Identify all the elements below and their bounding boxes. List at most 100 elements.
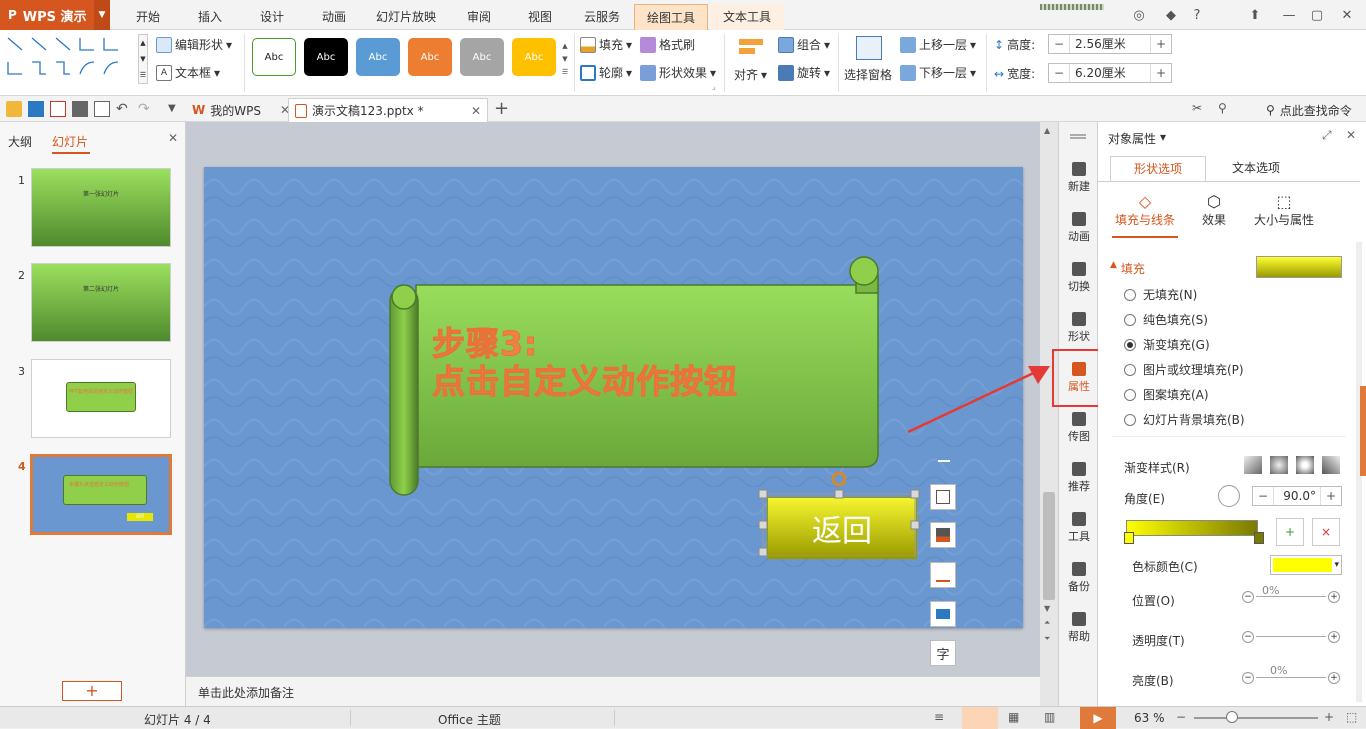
- angle-stepper[interactable]: −90.0° +: [1252, 486, 1342, 506]
- export-pdf-icon[interactable]: [50, 101, 66, 117]
- play-icon[interactable]: ▶: [1080, 707, 1116, 729]
- scroll-thumb[interactable]: [1043, 492, 1055, 600]
- rail-tools[interactable]: 工具: [1059, 512, 1099, 544]
- gradient-style-1[interactable]: [1244, 456, 1262, 474]
- print-icon[interactable]: [72, 101, 88, 117]
- save-icon[interactable]: [28, 101, 44, 117]
- transparency-slider[interactable]: − +: [1242, 631, 1342, 643]
- zoom-in-icon[interactable]: +: [1324, 710, 1334, 724]
- radio-no-fill[interactable]: 无填充(N): [1124, 286, 1197, 303]
- height-stepper[interactable]: −2.56厘米 +: [1048, 34, 1172, 54]
- tab-insert[interactable]: 插入: [186, 4, 234, 30]
- tab-slides[interactable]: 幻灯片: [52, 133, 88, 150]
- bring-forward-button[interactable]: 上移一层 ▾: [900, 36, 976, 53]
- angle-value[interactable]: 90.0°: [1273, 487, 1321, 505]
- gradient-stop-start[interactable]: [1124, 532, 1134, 544]
- print-preview-icon[interactable]: [94, 101, 110, 117]
- plus-icon[interactable]: +: [1321, 487, 1341, 505]
- rail-recommend[interactable]: 推荐: [1059, 462, 1099, 494]
- slide-sorter-icon[interactable]: ▦: [1008, 710, 1019, 724]
- radio-circle[interactable]: [1124, 413, 1136, 426]
- send-backward-button[interactable]: 下移一层 ▾: [900, 64, 976, 81]
- slide-thumbnail-4[interactable]: 步骤3:点击自定义动作按钮 返回: [30, 454, 172, 535]
- subtab-fill-line[interactable]: ◇ 填充与线条: [1112, 192, 1178, 228]
- position-slider[interactable]: − +: [1242, 591, 1342, 603]
- plus-icon[interactable]: +: [1151, 64, 1171, 82]
- minus-icon[interactable]: −: [1242, 672, 1254, 684]
- new-tab-icon[interactable]: +: [494, 100, 510, 118]
- notes-toggle-icon[interactable]: ≡: [934, 710, 944, 724]
- rail-new[interactable]: 新建: [1059, 162, 1099, 194]
- add-stop-button[interactable]: +: [1276, 518, 1304, 546]
- fill-button[interactable]: 填充 ▾: [580, 36, 632, 53]
- chevron-down-icon[interactable]: ▼: [94, 0, 110, 30]
- edit-shape-button[interactable]: 编辑形状 ▾: [156, 36, 232, 53]
- open-folder-icon[interactable]: [6, 101, 22, 117]
- format-painter-button[interactable]: 格式刷: [640, 36, 695, 53]
- remove-stop-button[interactable]: ×: [1312, 518, 1340, 546]
- slide-thumbnail-3[interactable]: PPT如何添加自定义动作按钮: [31, 359, 171, 438]
- tab-design[interactable]: 设计: [248, 4, 296, 30]
- radio-circle-selected[interactable]: [1124, 338, 1136, 351]
- scroll-up-icon[interactable]: ▲: [1044, 126, 1050, 135]
- minus-icon[interactable]: −: [1253, 487, 1273, 505]
- plus-icon[interactable]: +: [1328, 631, 1340, 643]
- gradient-style-2[interactable]: [1270, 456, 1288, 474]
- radio-pattern-fill[interactable]: 图案填充(A): [1124, 386, 1209, 403]
- lines-gallery-icon[interactable]: [4, 34, 134, 82]
- reading-view-icon[interactable]: ▥: [1044, 710, 1055, 724]
- height-value[interactable]: 2.56厘米: [1069, 35, 1151, 53]
- minus-icon[interactable]: −: [1049, 35, 1069, 53]
- shape-style-6[interactable]: Abc: [512, 38, 556, 76]
- close-icon[interactable]: ✕: [471, 104, 481, 118]
- collapse-toolbar-icon[interactable]: [938, 460, 950, 462]
- minus-icon[interactable]: −: [1242, 591, 1254, 603]
- shape-style-2[interactable]: Abc: [304, 38, 348, 76]
- brightness-slider[interactable]: − +: [1242, 672, 1342, 684]
- gradient-style-3[interactable]: [1296, 456, 1314, 474]
- gradient-stop-end[interactable]: [1254, 532, 1264, 544]
- panel-title[interactable]: 对象属性 ▾: [1108, 130, 1166, 147]
- angle-dial[interactable]: [1218, 485, 1240, 507]
- pin-icon[interactable]: ✂: [1192, 101, 1208, 117]
- tab-shape-options[interactable]: 形状选项: [1110, 156, 1206, 182]
- share-icon[interactable]: ⚲: [1218, 101, 1234, 117]
- collapse-panel-handle[interactable]: [1360, 386, 1366, 476]
- group-button[interactable]: 组合 ▾: [778, 36, 830, 53]
- plus-icon[interactable]: +: [1328, 672, 1340, 684]
- radio-circle[interactable]: [1124, 313, 1136, 326]
- gradient-bar[interactable]: [1126, 520, 1258, 536]
- radio-background-fill[interactable]: 幻灯片背景填充(B): [1124, 411, 1245, 428]
- restore-icon[interactable]: ⬆: [1244, 4, 1266, 26]
- tab-document[interactable]: 演示文稿123.pptx * ✕: [288, 98, 488, 122]
- maximize-icon[interactable]: ▢: [1306, 4, 1328, 26]
- radio-circle[interactable]: [1124, 288, 1136, 301]
- slide-title[interactable]: 步骤3: 点击自定义动作按钮: [432, 324, 738, 401]
- redo-icon[interactable]: ↷: [138, 101, 154, 117]
- selection-pane-button[interactable]: 选择窗格: [844, 66, 892, 83]
- shape-style-5[interactable]: Abc: [460, 38, 504, 76]
- tab-home[interactable]: 开始: [124, 4, 172, 30]
- command-search[interactable]: ⚲ 点此查找命令: [1260, 98, 1358, 122]
- align-button[interactable]: 对齐 ▾: [734, 66, 767, 83]
- slide-thumbnail-1[interactable]: 第一张幻灯片: [31, 168, 171, 247]
- tab-review[interactable]: 审阅: [455, 4, 503, 30]
- radio-gradient-fill[interactable]: 渐变填充(G): [1124, 336, 1210, 353]
- tab-text-options[interactable]: 文本选项: [1206, 156, 1306, 182]
- tab-slideshow[interactable]: 幻灯片放映: [370, 4, 442, 30]
- fill-bucket-icon[interactable]: [930, 522, 956, 548]
- shirt-icon[interactable]: ◆: [1160, 4, 1182, 26]
- dialog-launcher-icon[interactable]: ⌟: [712, 82, 716, 91]
- close-icon[interactable]: ✕: [1346, 128, 1356, 142]
- shape-effect-button[interactable]: 形状效果 ▾: [640, 64, 716, 81]
- shape-style-icon[interactable]: [930, 484, 956, 510]
- close-icon[interactable]: ✕: [1336, 4, 1358, 26]
- undo-icon[interactable]: ↶: [116, 101, 132, 117]
- plus-icon[interactable]: +: [1328, 591, 1340, 603]
- slide-thumbnail-2[interactable]: 第二张幻灯片: [31, 263, 171, 342]
- rail-backup[interactable]: 备份: [1059, 562, 1099, 594]
- tab-text-tools[interactable]: 文本工具: [710, 4, 784, 30]
- close-icon[interactable]: ✕: [168, 131, 178, 145]
- gradient-style-4[interactable]: [1322, 456, 1340, 474]
- dock-icon[interactable]: ⤢: [1322, 128, 1332, 143]
